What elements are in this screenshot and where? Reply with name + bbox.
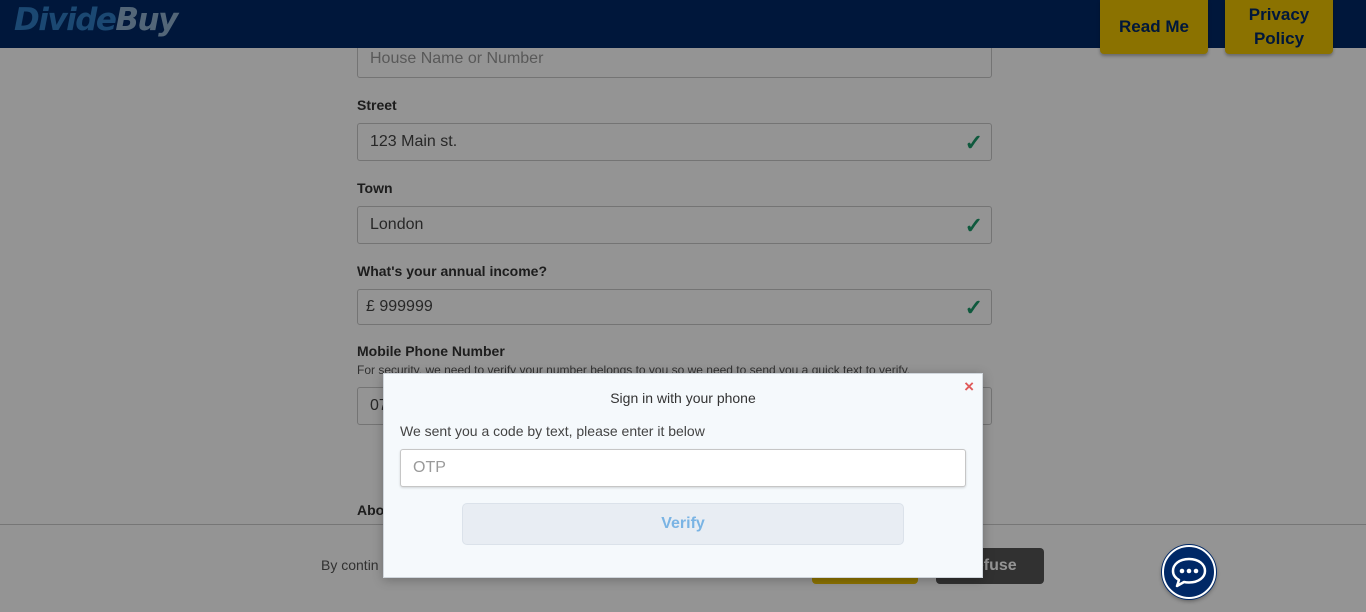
modal-instructions: We sent you a code by text, please enter… [400,423,705,439]
chat-bubble-icon [1171,557,1207,588]
modal-title: Sign in with your phone [610,390,756,406]
verify-button[interactable]: Verify [462,503,904,545]
otp-modal: × Sign in with your phone We sent you a … [383,373,983,578]
otp-input[interactable] [400,449,966,487]
chat-button[interactable] [1162,545,1216,599]
